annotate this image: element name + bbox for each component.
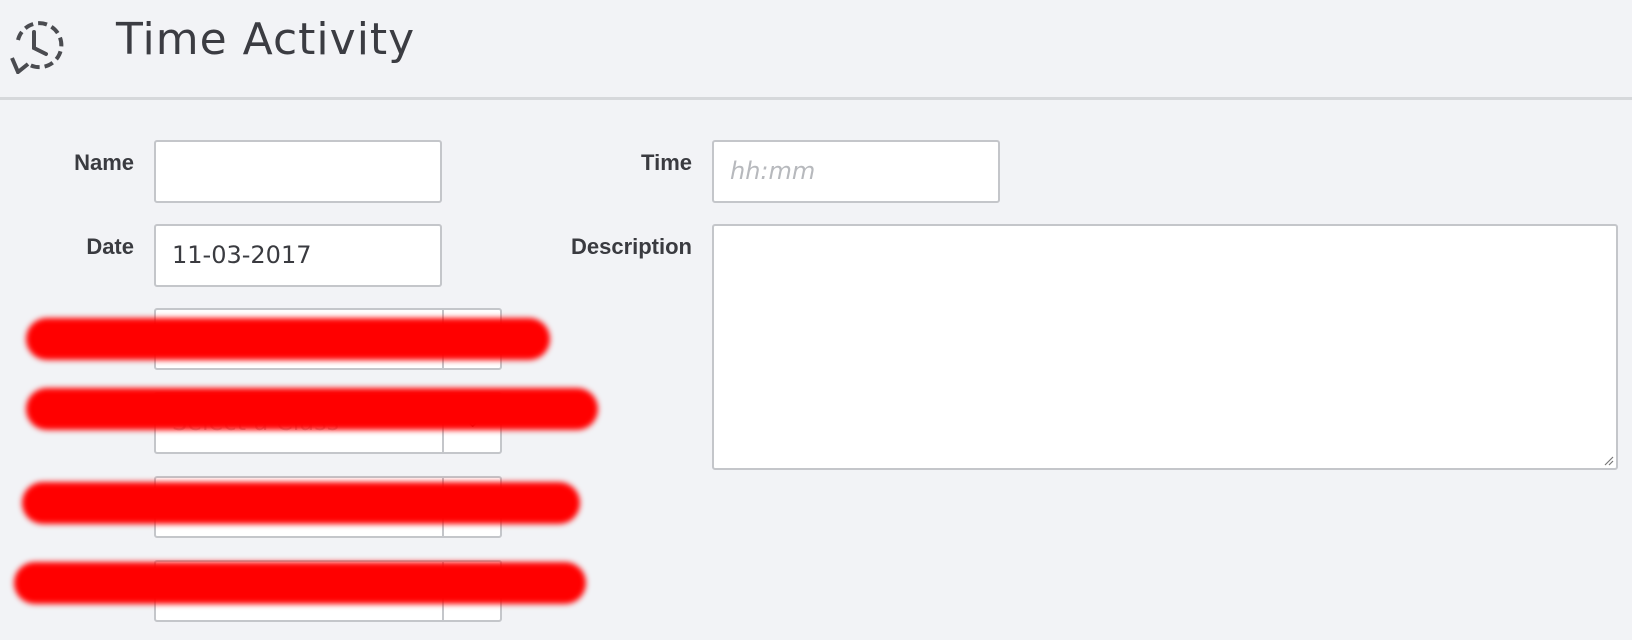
description-label: Description bbox=[570, 234, 692, 259]
date-input[interactable]: 11-03-2017 bbox=[154, 224, 442, 287]
time-label: Time bbox=[641, 150, 692, 175]
redaction-mark-4 bbox=[14, 562, 586, 604]
redaction-mark-2 bbox=[26, 388, 598, 430]
name-input[interactable] bbox=[154, 140, 442, 203]
page-title: Time Activity bbox=[116, 14, 416, 65]
redaction-mark-3 bbox=[22, 482, 580, 524]
resize-grip-icon[interactable] bbox=[1602, 454, 1614, 466]
redaction-mark-1 bbox=[26, 318, 550, 360]
page-header: Time Activity bbox=[0, 0, 1632, 100]
name-label: Name bbox=[74, 150, 134, 175]
date-label: Date bbox=[86, 234, 134, 259]
description-textarea[interactable] bbox=[712, 224, 1618, 470]
time-input[interactable]: hh:mm bbox=[712, 140, 1000, 203]
history-clock-icon bbox=[10, 21, 64, 74]
